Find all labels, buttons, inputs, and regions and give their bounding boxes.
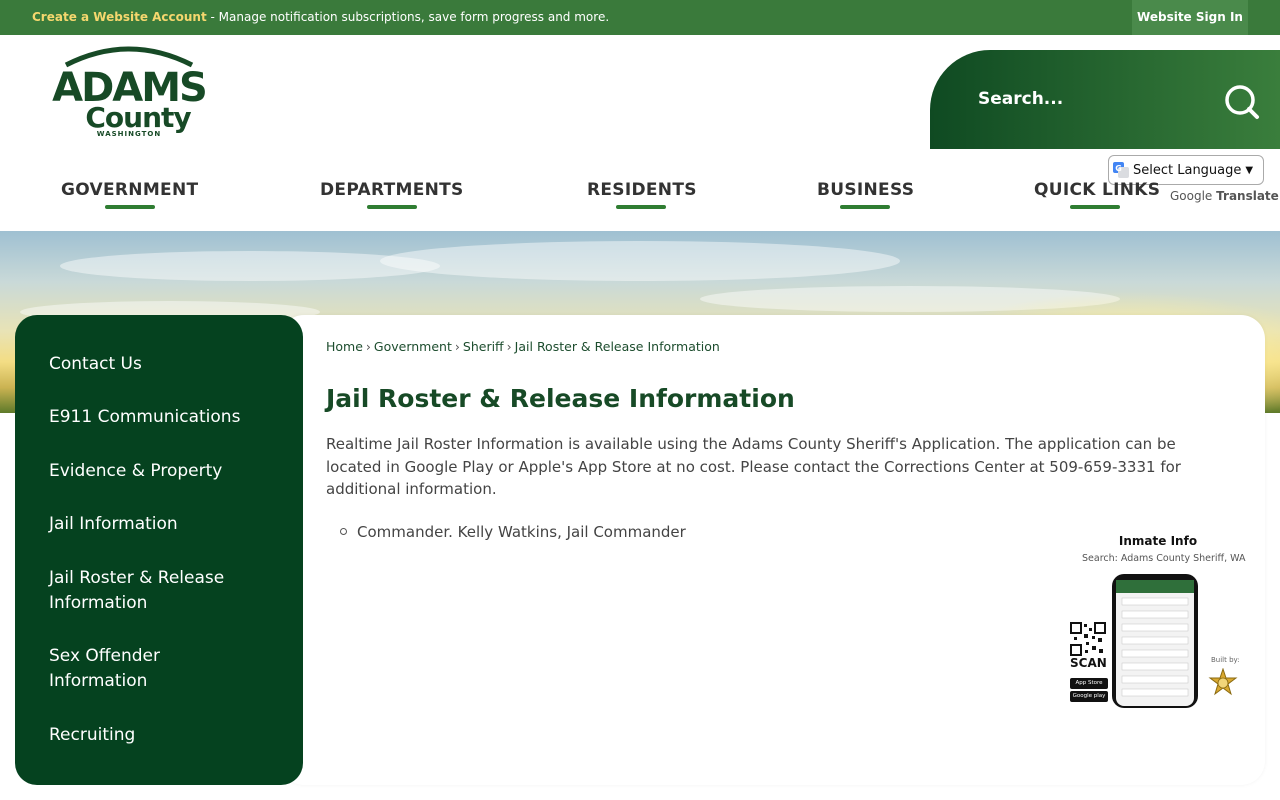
sidebar-item-evidence-property[interactable]: Evidence & Property [49,459,279,484]
scan-label: SCAN [1070,656,1107,670]
account-message-text: - Manage notification subscriptions, sav… [206,10,610,24]
cloud-shape [380,241,900,281]
nav-government[interactable]: GOVERNMENT [61,180,198,210]
search-bar [930,50,1280,149]
breadcrumb-separator: › [506,339,512,354]
translate-wordmark: Translate [1216,189,1279,203]
chevron-down-icon: ▼ [1245,164,1254,176]
sidebar-item-contact-us[interactable]: Contact Us [49,352,279,377]
sidebar-item-e911[interactable]: E911 Communications [49,405,279,430]
nav-government-label: GOVERNMENT [61,180,199,200]
breadcrumb-current[interactable]: Jail Roster & Release Information [515,339,720,354]
qr-code-icon [1070,622,1106,656]
list-item: Commander. Kelly Watkins, Jail Commander [340,523,686,541]
account-message: Create a Website Account - Manage notifi… [32,10,609,24]
adams-county-logo[interactable]: ADAMS County WASHINGTON [46,43,212,139]
bullet-circle-icon [340,528,347,535]
sheriff-star-icon [1208,668,1238,696]
list-item-text: Commander. Kelly Watkins, Jail Commander [357,523,686,541]
google-play-badge: Google play [1070,691,1108,702]
logo-line-washington: WASHINGTON [97,130,161,138]
site-header: ADAMS County WASHINGTON G Select Languag… [0,35,1280,231]
nav-departments[interactable]: DEPARTMENTS [320,180,464,210]
nav-quick-links[interactable]: QUICK LINKS [1034,180,1160,210]
phone-mockup [1112,574,1198,708]
sidebar-item-jail-information[interactable]: Jail Information [49,512,279,537]
promo-title: Inmate Info [1118,534,1198,548]
breadcrumb: Home › Government › Sheriff › Jail Roster & Re… [326,339,720,354]
nav-residents-label: RESIDENTS [587,180,697,200]
page-body-text: Realtime Jail Roster Information is avai… [326,435,1181,498]
breadcrumb-sheriff[interactable]: Sheriff [463,339,504,354]
nav-business[interactable]: BUSINESS [817,180,914,210]
breadcrumb-separator: › [454,339,460,354]
language-select-label: Select Language [1133,162,1242,178]
sidebar-item-jail-roster[interactable]: Jail Roster & Release Information [49,566,249,616]
svg-text:G: G [1115,164,1122,173]
sidebar-item-sex-offender[interactable]: Sex Offender Information [49,644,199,694]
google-wordmark: Google [1170,189,1213,203]
create-account-link[interactable]: Create a Website Account [32,10,207,24]
nav-quick-links-label: QUICK LINKS [1034,180,1161,200]
promo-subtitle: Search: Adams County Sheriff, WA [1082,553,1246,564]
built-by-label: Built by: [1211,656,1240,664]
inmate-info-app-graphic[interactable]: Inmate Info Search: Adams County Sheriff… [1066,532,1246,710]
top-notification-bar: Create a Website Account - Manage notifi… [0,0,1280,35]
search-icon[interactable] [1224,84,1260,120]
website-sign-in-button[interactable]: Website Sign In [1132,0,1248,35]
app-store-badge: App Store [1070,678,1108,689]
google-translate-icon: G [1113,162,1129,178]
nav-underline [105,205,155,209]
search-input[interactable] [978,83,1198,115]
nav-underline [616,205,666,209]
nav-departments-label: DEPARTMENTS [320,180,464,200]
page-title: Jail Roster & Release Information [326,384,795,413]
sidebar-item-recruiting[interactable]: Recruiting [49,723,279,748]
powered-by-google-translate[interactable]: Google Translate [1170,189,1279,203]
nav-underline [840,205,890,209]
breadcrumb-home[interactable]: Home [326,339,363,354]
nav-business-label: BUSINESS [817,180,915,200]
cloud-shape [60,251,440,281]
breadcrumb-separator: › [365,339,371,354]
breadcrumb-government[interactable]: Government [374,339,452,354]
nav-underline [367,205,417,209]
nav-underline [1070,205,1120,209]
nav-residents[interactable]: RESIDENTS [587,180,697,210]
sidebar-nav: Contact Us E911 Communications Evidence … [15,315,303,785]
